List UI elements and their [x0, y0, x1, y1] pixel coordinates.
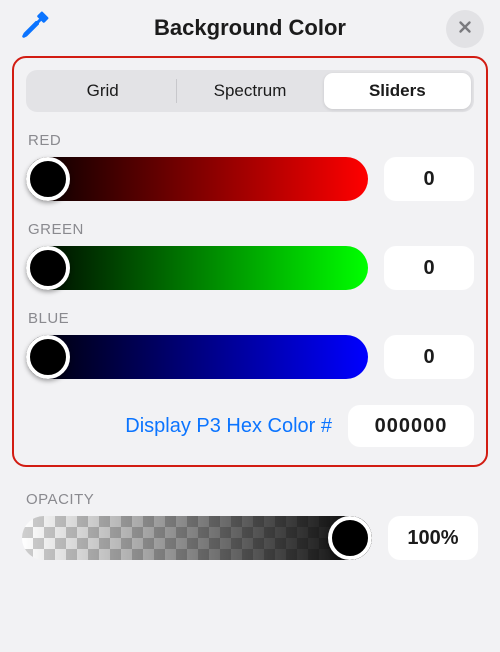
tab-label: Grid: [87, 81, 119, 101]
eyedropper-button[interactable]: [18, 10, 52, 44]
blue-value-field[interactable]: 0: [384, 335, 474, 379]
tab-label: Sliders: [369, 81, 426, 101]
page-title: Background Color: [154, 15, 346, 41]
opacity-slider-thumb[interactable]: [328, 516, 372, 560]
opacity-label: OPACITY: [26, 491, 474, 508]
tab-sliders[interactable]: Sliders: [324, 73, 471, 109]
hex-row: Display P3 Hex Color # 000000: [26, 405, 474, 447]
blue-row: 0: [26, 335, 474, 379]
tab-label: Spectrum: [214, 81, 287, 101]
blue-slider-thumb[interactable]: [26, 335, 70, 379]
opacity-gradient: [22, 516, 372, 560]
red-slider-track[interactable]: [26, 157, 368, 201]
red-label: RED: [28, 132, 472, 149]
red-value-field[interactable]: 0: [384, 157, 474, 201]
red-row: 0: [26, 157, 474, 201]
sliders-panel-highlight: Grid Spectrum Sliders RED 0 GREEN 0 BLUE…: [12, 56, 488, 467]
opacity-value-field[interactable]: 100%: [388, 516, 478, 560]
close-button[interactable]: [446, 10, 484, 48]
hex-value-field[interactable]: 000000: [348, 405, 474, 447]
blue-label: BLUE: [28, 310, 472, 327]
opacity-section: OPACITY 100%: [22, 491, 478, 560]
green-slider-track[interactable]: [26, 246, 368, 290]
green-slider-thumb[interactable]: [26, 246, 70, 290]
tab-spectrum[interactable]: Spectrum: [176, 73, 323, 109]
mode-segmented-control: Grid Spectrum Sliders: [26, 70, 474, 112]
blue-slider-track[interactable]: [26, 335, 368, 379]
color-space-button[interactable]: Display P3 Hex Color #: [125, 415, 332, 438]
green-value-field[interactable]: 0: [384, 246, 474, 290]
opacity-row: 100%: [22, 516, 478, 560]
opacity-slider-track[interactable]: [22, 516, 372, 560]
eyedropper-icon: [20, 10, 50, 45]
close-icon: [456, 18, 474, 41]
green-row: 0: [26, 246, 474, 290]
tab-grid[interactable]: Grid: [29, 73, 176, 109]
red-slider-thumb[interactable]: [26, 157, 70, 201]
green-label: GREEN: [28, 221, 472, 238]
header: Background Color: [0, 0, 500, 56]
